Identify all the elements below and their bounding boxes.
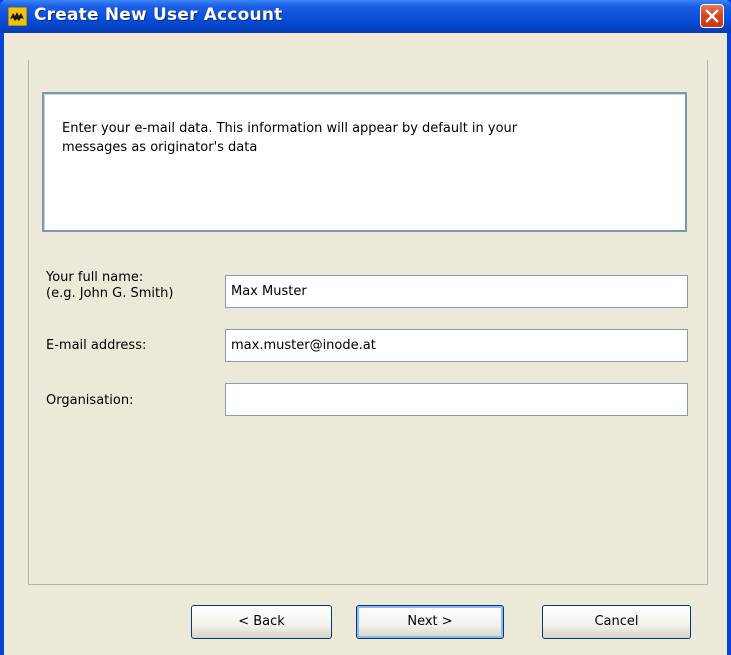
next-button[interactable]: Next > — [356, 605, 504, 639]
full-name-input[interactable] — [225, 275, 688, 308]
back-button[interactable]: < Back — [191, 605, 332, 639]
title-bar[interactable]: Create New User Account — [0, 0, 731, 33]
info-line-1: Enter your e-mail data. This information… — [62, 121, 518, 136]
cancel-button[interactable]: Cancel — [542, 605, 691, 639]
email-label: E-mail address: — [46, 338, 147, 353]
organisation-input[interactable] — [225, 383, 688, 416]
full-name-label-line-2: (e.g. John G. Smith) — [46, 286, 174, 301]
window-title: Create New User Account — [34, 5, 283, 25]
bat-icon — [7, 6, 28, 27]
full-name-label-line-1: Your full name: — [46, 270, 144, 285]
info-text: Enter your e-mail data. This information… — [62, 119, 662, 157]
info-panel: Enter your e-mail data. This information… — [42, 92, 687, 232]
dialog-window: Create New User Account Enter your e-mai… — [0, 0, 731, 655]
full-name-label: Your full name: (e.g. John G. Smith) — [46, 270, 173, 302]
organisation-label: Organisation: — [46, 393, 134, 408]
info-line-2: messages as originator's data — [62, 140, 258, 155]
close-icon — [705, 9, 719, 23]
close-button[interactable] — [700, 4, 724, 28]
email-input[interactable] — [225, 329, 688, 362]
